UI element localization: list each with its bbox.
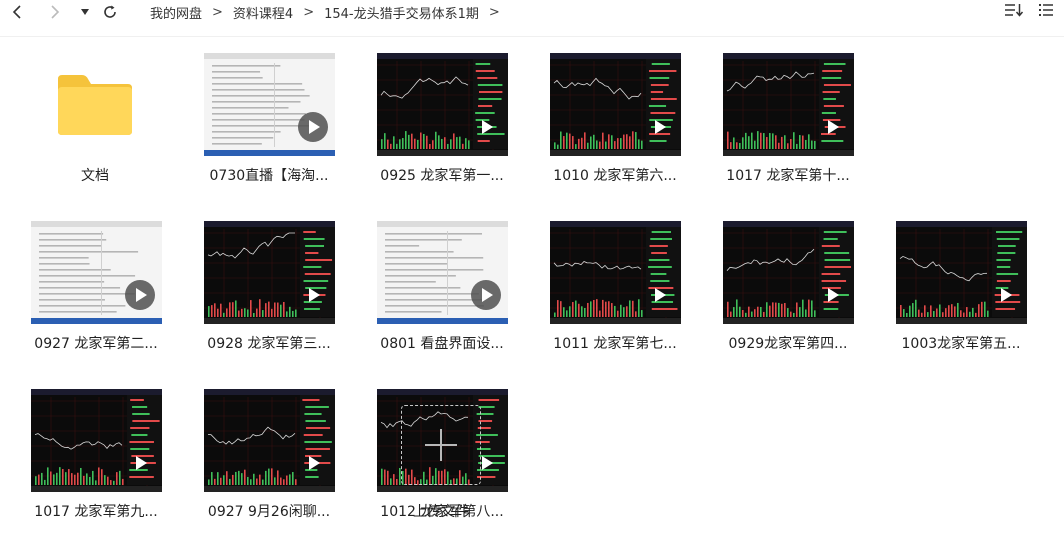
play-icon[interactable] <box>471 112 501 142</box>
video-item[interactable]: 0925 龙家军第一... <box>356 53 528 188</box>
video-item[interactable]: 1003龙家军第五... <box>875 221 1047 356</box>
sort-button[interactable] <box>1004 2 1024 22</box>
play-icon[interactable] <box>817 112 847 142</box>
refresh-button[interactable] <box>99 0 121 24</box>
video-thumbnail[interactable] <box>723 221 854 324</box>
video-label[interactable]: 1010 龙家军第六... <box>529 165 701 185</box>
video-label[interactable]: 1017 龙家军第十... <box>702 165 874 185</box>
video-item[interactable]: 1011 龙家军第七... <box>529 221 701 356</box>
video-thumbnail[interactable] <box>550 53 681 156</box>
top-bar: 我的网盘 > 资料课程4 > 154-龙头猎手交易体系1期 > <box>0 0 1064 24</box>
toolbar-divider <box>0 36 1064 37</box>
list-view-icon <box>1039 4 1053 16</box>
video-thumbnail[interactable] <box>723 53 854 156</box>
video-thumbnail[interactable] <box>31 389 162 492</box>
video-item[interactable]: 0928 龙家军第三... <box>183 221 355 356</box>
video-item[interactable]: 0927 龙家军第二... <box>10 221 182 356</box>
video-label[interactable]: 0925 龙家军第一... <box>356 165 528 185</box>
video-label[interactable]: 0927 龙家军第二... <box>10 333 182 353</box>
breadcrumb-item-current[interactable]: 154-龙头猎手交易体系1期 <box>324 3 479 22</box>
play-icon[interactable] <box>125 280 155 310</box>
chevron-left-icon <box>12 5 21 19</box>
video-thumbnail[interactable] <box>31 221 162 324</box>
video-label[interactable]: 0730直播【海淘... <box>183 165 355 185</box>
play-icon[interactable] <box>471 280 501 310</box>
video-item[interactable]: 1017 龙家军第九... <box>10 389 182 524</box>
video-thumbnail[interactable] <box>550 221 681 324</box>
play-icon[interactable] <box>817 280 847 310</box>
video-label[interactable]: 0929龙家军第四... <box>702 333 874 353</box>
play-icon[interactable] <box>644 112 674 142</box>
video-item[interactable]: 0801 看盘界面设... <box>356 221 528 356</box>
breadcrumb-separator-icon[interactable]: > <box>489 5 500 20</box>
play-icon[interactable] <box>644 280 674 310</box>
video-thumbnail[interactable] <box>204 53 335 156</box>
caret-down-icon <box>81 9 89 15</box>
video-thumbnail[interactable] <box>377 221 508 324</box>
forward-button[interactable] <box>44 0 66 24</box>
sort-icon <box>1005 4 1024 17</box>
list-view-button[interactable] <box>1038 2 1054 22</box>
refresh-icon <box>104 5 116 18</box>
upload-label[interactable]: 上传文件 <box>355 501 527 521</box>
play-icon[interactable] <box>298 448 328 478</box>
video-label[interactable]: 1003龙家军第五... <box>875 333 1047 353</box>
breadcrumb-separator-icon: > <box>303 4 315 20</box>
folder-label[interactable]: 文档 <box>9 165 181 185</box>
history-dropdown-button[interactable] <box>74 0 96 24</box>
video-item[interactable]: 0730直播【海淘... <box>183 53 355 188</box>
breadcrumb: 我的网盘 > 资料课程4 > 154-龙头猎手交易体系1期 > <box>150 0 510 24</box>
video-label[interactable]: 0928 龙家军第三... <box>183 333 355 353</box>
play-icon[interactable] <box>298 112 328 142</box>
video-label[interactable]: 0927 9月26闲聊... <box>183 501 355 521</box>
breadcrumb-separator-icon: > <box>212 4 223 20</box>
video-item[interactable]: 1017 龙家军第十... <box>702 53 874 188</box>
play-icon[interactable] <box>125 448 155 478</box>
breadcrumb-item-course[interactable]: 资料课程4 <box>233 3 293 22</box>
video-thumbnail[interactable] <box>377 53 508 156</box>
video-label[interactable]: 1017 龙家军第九... <box>10 501 182 521</box>
video-label[interactable]: 1011 龙家军第七... <box>529 333 701 353</box>
upload-button[interactable] <box>401 405 481 485</box>
back-button[interactable] <box>6 0 28 24</box>
video-thumbnail[interactable] <box>896 221 1027 324</box>
breadcrumb-item-root[interactable]: 我的网盘 <box>150 3 202 22</box>
video-thumbnail[interactable] <box>204 389 335 492</box>
plus-icon <box>425 429 457 461</box>
video-label[interactable]: 0801 看盘界面设... <box>356 333 528 353</box>
play-icon[interactable] <box>990 280 1020 310</box>
video-item[interactable]: 0929龙家军第四... <box>702 221 874 356</box>
video-item[interactable]: 1010 龙家军第六... <box>529 53 701 188</box>
play-icon[interactable] <box>298 280 328 310</box>
folder-icon <box>56 73 134 137</box>
video-thumbnail[interactable] <box>204 221 335 324</box>
video-item[interactable]: 0927 9月26闲聊... <box>183 389 355 524</box>
chevron-right-icon <box>51 5 60 19</box>
